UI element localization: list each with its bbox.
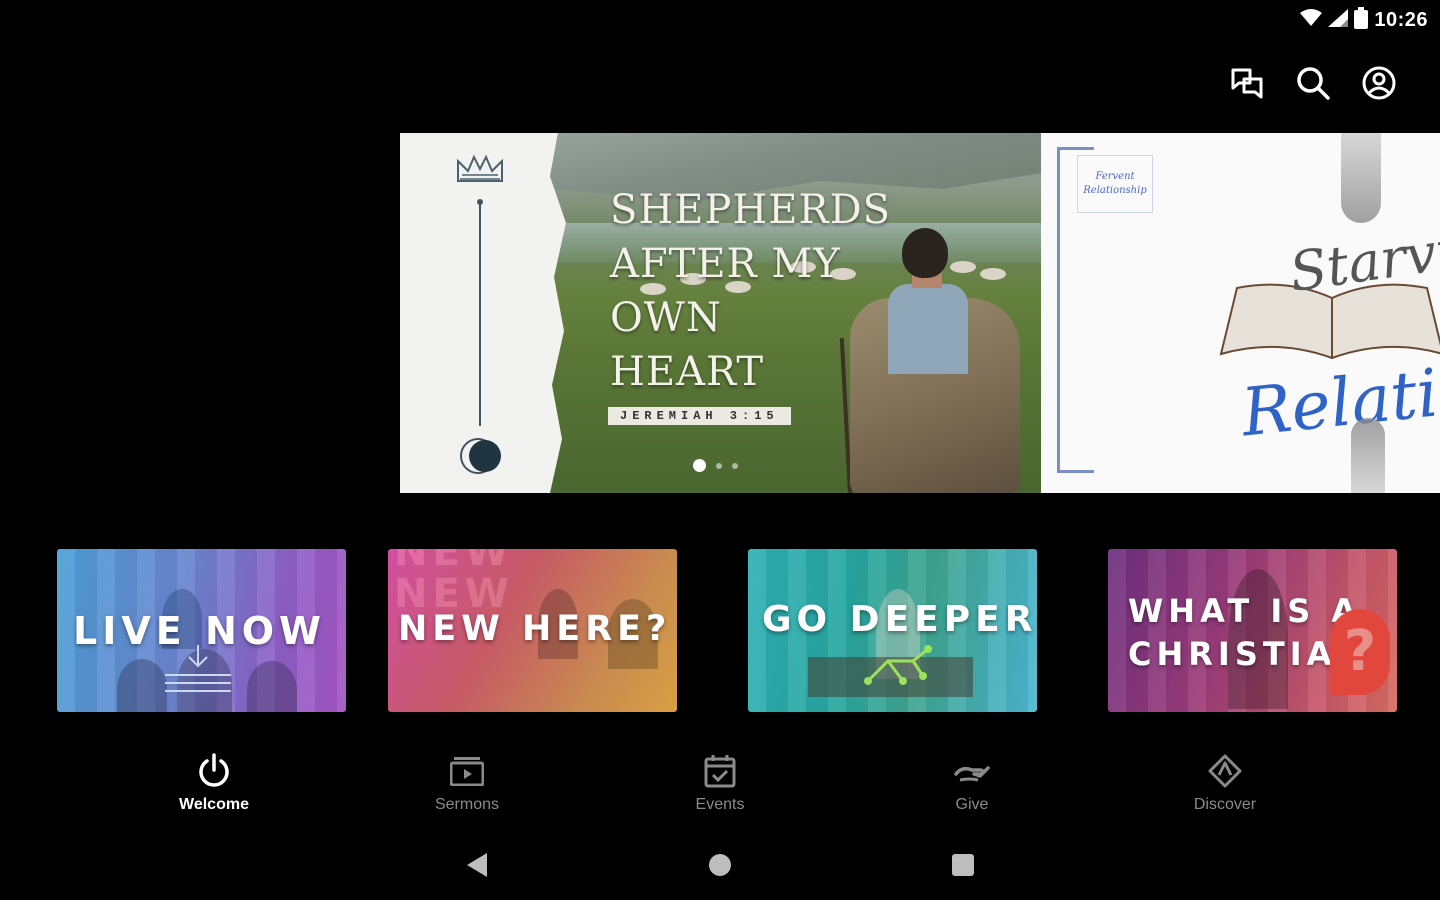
nav-item-give[interactable]: Give [912,752,1032,814]
recents-icon [952,854,974,876]
profile-button[interactable] [1360,64,1398,102]
status-icons: 10:26 [1300,7,1428,34]
nav-item-welcome[interactable]: Welcome [154,752,274,814]
power-icon [199,753,229,787]
question-bubble-icon: ? [1330,609,1390,695]
signal-icon [1328,9,1349,32]
moon-icon [460,438,501,474]
giving-hand-icon [954,766,990,782]
carousel-slide-shepherds[interactable]: SHEPHERDS AFTER MY OWN HEART JEREMIAH 3:… [400,133,1041,493]
carousel-indicator [693,459,738,472]
stamp-logo: Fervent Relationship [1077,155,1153,213]
chat-bubbles-icon [1231,68,1263,99]
nav-item-events[interactable]: Events [660,752,780,814]
tile-label: NEW HERE? [398,609,672,649]
timeline-line [479,201,481,426]
calendar-check-icon [704,755,736,788]
back-icon [467,853,487,877]
chat-button[interactable] [1228,64,1266,102]
nav-label: Give [955,796,989,813]
battery-icon [1354,7,1369,34]
question-mark: ? [1343,619,1377,684]
quick-links: LIVE NOW NEW NEW NEW HERE? GO DEEPER WHA… [57,549,1398,712]
nav-label: Discover [1193,796,1257,813]
slide-title-line: SHEPHERDS [610,187,892,233]
nav-label: Welcome [179,796,249,813]
search-button[interactable] [1294,64,1332,102]
status-bar: 10:26 [0,0,1440,40]
tile-label: GO DEEPER [762,599,1037,640]
top-actions [1228,64,1398,102]
network-icon [864,645,932,685]
scripture-reference: JEREMIAH 3:15 [608,407,791,425]
system-home-button[interactable] [700,845,740,885]
slide-title-line: HEART [610,349,765,395]
crown-icon [457,154,503,182]
discover-icon [1208,754,1242,788]
slide-title-line: OWN [610,295,722,341]
home-icon [709,854,731,876]
nav-item-discover[interactable]: Discover [1165,752,1285,814]
carousel-dot[interactable] [716,462,722,469]
tile-what-is-a-christian[interactable]: WHAT IS A CHRISTIAN ? [1108,549,1397,712]
slide-title-line: AFTER MY [610,241,841,287]
tile-new-here[interactable]: NEW NEW NEW HERE? [388,549,677,712]
nav-label: Sermons [434,796,500,813]
download-lines-icon [165,645,231,692]
app-screen: 10:26 SHEPHERDS AFTER MY OWN HEART JEREM… [0,0,1440,900]
featured-carousel[interactable]: SHEPHERDS AFTER MY OWN HEART JEREMIAH 3:… [400,133,1440,493]
search-icon [1297,67,1330,100]
tile-live-now[interactable]: LIVE NOW [57,549,346,712]
stamp-line: Relationship [1083,185,1147,196]
system-recents-button[interactable] [943,845,983,885]
slide-title: SHEPHERDS AFTER MY OWN HEART [610,183,910,399]
nav-label: Events [695,796,745,813]
nav-item-sermons[interactable]: Sermons [407,752,527,814]
system-navigation [0,845,1440,885]
tile-go-deeper[interactable]: GO DEEPER [748,549,1037,712]
video-library-icon [450,757,484,786]
hand-graphic [1341,133,1381,223]
tile-label: WHAT IS A [1128,592,1362,630]
carousel-dot[interactable] [693,459,706,472]
stamp-line: Fervent [1095,171,1135,182]
carousel-slide-relationship[interactable]: Fervent Relationship Starving Relationsh… [1041,133,1440,493]
account-circle-icon [1362,66,1396,100]
bottom-navigation: Welcome Sermons Events Give Discover [0,752,1440,832]
carousel-dot[interactable] [732,462,738,469]
status-time: 10:26 [1374,9,1428,31]
hand-graphic [1351,418,1385,493]
system-back-button[interactable] [457,845,497,885]
wifi-icon [1300,9,1323,32]
